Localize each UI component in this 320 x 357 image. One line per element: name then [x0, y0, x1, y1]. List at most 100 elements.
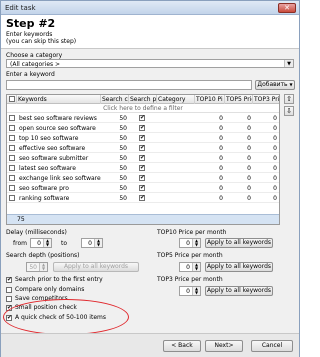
spinner-arrows-icon: ▲ ▼	[192, 239, 200, 247]
column-header-top10[interactable]: TOP10 Pi	[195, 95, 225, 104]
top3-price-value: 0	[186, 288, 190, 295]
move-down-button[interactable]: ⇩	[284, 106, 294, 116]
table-row[interactable]: open source seo software 50 0 0 0	[7, 124, 279, 133]
top10-price-label: TOP10 Price per month	[157, 229, 227, 236]
top3-cell: 0	[273, 165, 277, 172]
top5-cell: 0	[247, 175, 251, 182]
row-select-checkbox[interactable]	[9, 145, 15, 151]
delay-to-spinner[interactable]: 0 ▲ ▼	[81, 238, 103, 248]
search-enabled-checkbox[interactable]	[139, 194, 145, 201]
row-select-checkbox[interactable]	[9, 195, 15, 201]
table-row[interactable]: seo software pro 50 0 0 0	[7, 184, 279, 193]
top5-cell: 0	[247, 145, 251, 152]
top3-cell: 0	[273, 155, 277, 162]
search-enabled-checkbox[interactable]	[139, 134, 145, 141]
search-enabled-checkbox[interactable]	[139, 124, 145, 131]
search-enabled-checkbox[interactable]	[139, 174, 145, 181]
column-header-search-count[interactable]: Search c	[101, 95, 129, 104]
next-button[interactable]: Next>	[205, 340, 243, 352]
table-header: Keywords Search c Search pi Category TOP…	[7, 95, 279, 104]
top5-price-spinner[interactable]: 0 ▲ ▼	[179, 262, 201, 272]
top5-apply-all-button[interactable]: Apply to all keywords	[205, 262, 273, 272]
top10-cell: 0	[219, 135, 223, 142]
row-select-checkbox[interactable]	[9, 135, 15, 141]
select-all-checkbox[interactable]	[9, 96, 15, 102]
move-up-button[interactable]: ⇧	[284, 94, 294, 104]
spinner-arrows-icon: ▲ ▼	[43, 239, 51, 247]
top10-cell: 0	[219, 165, 223, 172]
back-button[interactable]: < Back	[163, 340, 201, 352]
search-count-cell: 50	[119, 175, 127, 182]
top3-cell: 0	[273, 185, 277, 192]
option-checkbox[interactable]	[6, 287, 12, 293]
top3-price-spinner[interactable]: 0 ▲ ▼	[179, 286, 201, 296]
column-header-keywords[interactable]: Keywords	[17, 95, 101, 104]
search-enabled-checkbox[interactable]	[139, 114, 145, 121]
row-select-checkbox[interactable]	[9, 185, 15, 191]
column-header-category[interactable]: Category	[157, 95, 195, 104]
table-row[interactable]: top 10 seo software 50 0 0 0	[7, 134, 279, 143]
row-select-checkbox[interactable]	[9, 175, 15, 181]
table-row[interactable]: exchange link seo software 50 0 0 0	[7, 174, 279, 183]
depth-apply-all-button[interactable]: Apply to all keywords	[53, 262, 139, 272]
title-bar: Edit task ✕	[1, 1, 299, 15]
top10-apply-all-button[interactable]: Apply to all keywords	[205, 238, 273, 248]
search-count-cell: 50	[119, 155, 127, 162]
row-select-checkbox[interactable]	[9, 155, 15, 161]
top10-price-value: 0	[186, 240, 190, 247]
table-row[interactable]: seo software submitter 50 0 0 0	[7, 154, 279, 163]
row-select-checkbox[interactable]	[9, 165, 15, 171]
option-checkbox[interactable]	[6, 276, 12, 283]
table-row[interactable]: latest seo software 50 0 0 0	[7, 164, 279, 173]
step-instruction: Enter keywords	[6, 31, 53, 38]
top5-cell: 0	[247, 135, 251, 142]
row-select-checkbox[interactable]	[9, 115, 15, 121]
edit-task-window: Edit task ✕ Step #2 Enter keywords (you …	[0, 0, 300, 357]
column-header-select[interactable]	[7, 95, 17, 104]
table-row[interactable]: effective seo software 50 0 0 0	[7, 144, 279, 153]
spinner-arrows-icon: ▲ ▼	[39, 263, 47, 271]
window-title: Edit task	[5, 4, 36, 12]
column-header-top5[interactable]: TOP5 Pric	[225, 95, 253, 104]
search-enabled-checkbox[interactable]	[139, 144, 145, 151]
add-keyword-button[interactable]: Добавить ▼	[255, 80, 295, 90]
table-row[interactable]: ranking software 50 0 0 0	[7, 194, 279, 203]
search-depth-spinner[interactable]: 50 ▲ ▼	[26, 262, 48, 272]
delay-from-spinner[interactable]: 0 ▲ ▼	[30, 238, 52, 248]
column-header-search-pi[interactable]: Search pi	[129, 95, 157, 104]
keyword-input[interactable]	[6, 80, 252, 90]
keyword-cell: seo software pro	[19, 185, 69, 192]
add-keyword-button-label: Добавить	[257, 81, 288, 88]
cancel-button[interactable]: Cancel	[251, 340, 293, 352]
top5-cell: 0	[247, 115, 251, 122]
option-checkbox[interactable]	[6, 296, 12, 302]
delay-from-label: from	[13, 240, 27, 247]
top3-apply-all-button[interactable]: Apply to all keywords	[205, 286, 273, 296]
search-enabled-checkbox[interactable]	[139, 154, 145, 161]
search-depth-value: 50	[29, 264, 37, 271]
top5-cell: 0	[247, 195, 251, 202]
delay-from-value: 0	[37, 240, 41, 247]
option-label: Search prior to the first entry	[15, 276, 103, 283]
top10-cell: 0	[219, 185, 223, 192]
top5-price-value: 0	[186, 264, 190, 271]
top3-cell: 0	[273, 115, 277, 122]
close-button[interactable]: ✕	[278, 3, 296, 13]
search-enabled-checkbox[interactable]	[139, 164, 145, 171]
spinner-arrows-icon: ▲ ▼	[94, 239, 102, 247]
spinner-arrows-icon: ▲ ▼	[192, 263, 200, 271]
search-count-cell: 50	[119, 145, 127, 152]
top5-price-label: TOP5 Price per month	[157, 252, 223, 259]
keyword-cell: exchange link seo software	[19, 175, 101, 182]
wizard-button-bar: < Back Next> Cancel	[1, 333, 299, 357]
search-enabled-checkbox[interactable]	[139, 184, 145, 191]
top10-price-spinner[interactable]: 0 ▲ ▼	[179, 238, 201, 248]
filter-row[interactable]: Click here to define a filter	[7, 104, 279, 113]
arrow-down-icon: ⇩	[286, 107, 292, 115]
keyword-cell: seo software submitter	[19, 155, 89, 162]
table-row[interactable]: best seo software reviews 50 0 0 0	[7, 114, 279, 123]
search-count-cell: 50	[119, 125, 127, 132]
category-select[interactable]: (All categories > ▼	[6, 59, 294, 68]
row-select-checkbox[interactable]	[9, 125, 15, 131]
column-header-top3[interactable]: TOP3 Pri	[253, 95, 279, 104]
